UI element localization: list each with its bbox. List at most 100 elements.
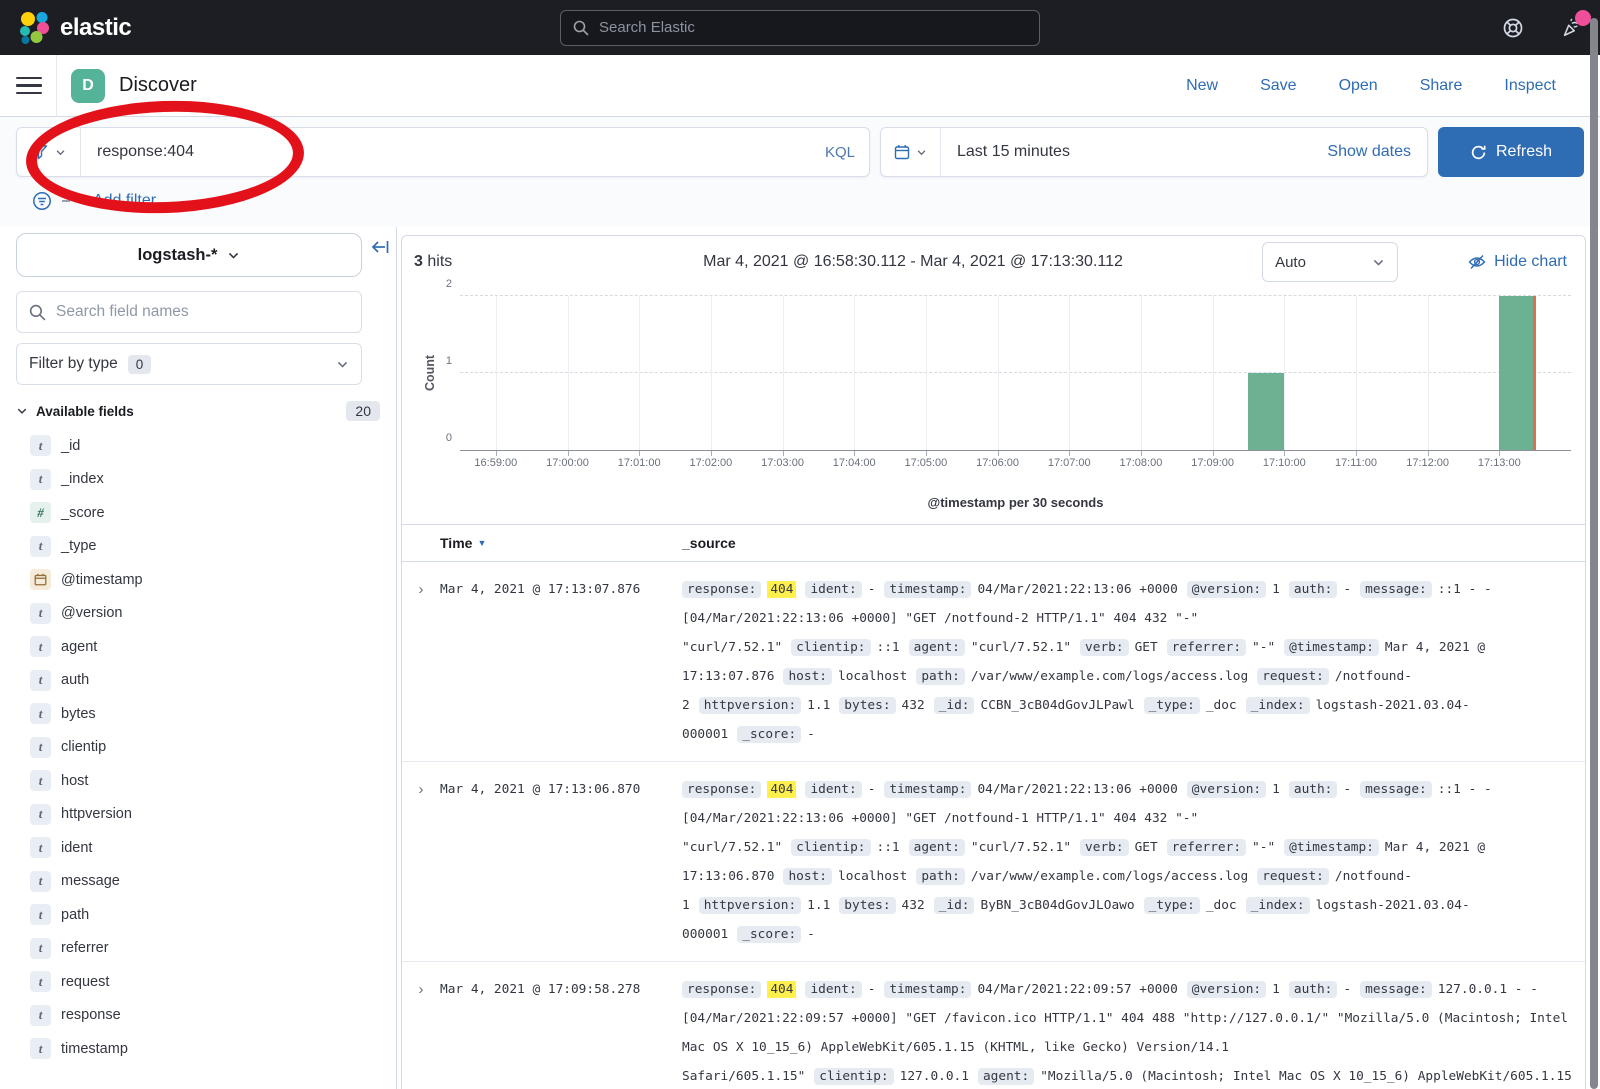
chart-time-range: Mar 4, 2021 @ 16:58:30.112 - Mar 4, 2021… (564, 253, 1262, 271)
current-time-marker (1533, 296, 1536, 450)
x-tick-mark (854, 451, 855, 456)
source-value: 04/Mar/2021:22:13:06 +0000 (977, 782, 1177, 797)
discover-content: 3 hits Mar 4, 2021 @ 16:58:30.112 - Mar … (397, 227, 1600, 1089)
doc-source: response:404ident:-timestamp:04/Mar/2021… (682, 575, 1585, 749)
fields-list: t_idt_index#_scoret_type@timestampt@vers… (16, 429, 380, 1066)
inspect-button[interactable]: Inspect (1504, 77, 1556, 95)
elastic-brand[interactable]: elastic (18, 11, 131, 45)
field-item-host[interactable]: thost (16, 764, 380, 798)
help-icon[interactable] (1502, 17, 1524, 39)
source-field-badge: _index: (1246, 897, 1310, 914)
histogram-bar[interactable] (1248, 373, 1284, 450)
field-item-index[interactable]: t_index (16, 463, 380, 497)
field-item-message[interactable]: tmessage (16, 865, 380, 899)
source-field-badge: @timestamp: (1284, 839, 1379, 856)
add-filter-button[interactable]: + Add filter (80, 192, 156, 210)
share-button[interactable]: Share (1420, 77, 1463, 95)
hits-count: 3 hits (414, 253, 564, 271)
open-button[interactable]: Open (1339, 77, 1378, 95)
expand-row-icon[interactable]: › (402, 775, 440, 949)
doc-table-row: ›Mar 4, 2021 @ 17:09:58.278response:404i… (402, 962, 1585, 1089)
global-search-input[interactable]: Search Elastic (560, 10, 1040, 46)
discover-app-badge[interactable]: D (71, 69, 105, 103)
new-button[interactable]: New (1186, 77, 1218, 95)
field-item-version[interactable]: t@version (16, 597, 380, 631)
source-field-badge: @version: (1187, 981, 1266, 998)
eye-slash-icon (1468, 253, 1486, 271)
y-gridline (460, 295, 1571, 296)
source-field-badge: httpversion: (699, 897, 801, 914)
field-item-referrer[interactable]: treferrer (16, 932, 380, 966)
field-item-auth[interactable]: tauth (16, 664, 380, 698)
x-tick-mark (1428, 451, 1429, 456)
filter-by-type-select[interactable]: Filter by type 0 (16, 343, 362, 385)
field-item-timestamp[interactable]: ttimestamp (16, 1032, 380, 1066)
x-tick-label: 17:00:00 (546, 457, 589, 469)
source-value: 04/Mar/2021:22:09:57 +0000 (977, 982, 1177, 997)
interval-select[interactable]: Auto (1262, 242, 1398, 282)
chevron-down-icon (227, 249, 240, 262)
field-item-request[interactable]: trequest (16, 965, 380, 999)
app-header: D Discover New Save Open Share Inspect (0, 55, 1600, 117)
doc-table-header: Time ▼ _source (402, 524, 1585, 562)
chevron-down-icon (916, 147, 927, 158)
histogram-bar[interactable] (1499, 296, 1535, 450)
expand-row-icon[interactable]: › (402, 975, 440, 1089)
field-search-input[interactable]: Search field names (16, 291, 362, 333)
field-item-httpversion[interactable]: thttpversion (16, 798, 380, 832)
hide-chart-button[interactable]: Hide chart (1468, 253, 1567, 271)
index-pattern-select[interactable]: logstash-* (16, 233, 362, 277)
newsfeed-icon[interactable] (1560, 17, 1582, 39)
x-tick-mark (568, 451, 569, 456)
x-tick-mark (711, 451, 712, 456)
field-name: request (61, 974, 109, 990)
kql-query-input[interactable]: response:404 KQL (16, 127, 870, 177)
sort-descending-icon[interactable]: ▼ (477, 538, 486, 548)
fields-sidebar: logstash-* Search field names Filter by … (0, 227, 397, 1089)
x-tick-label: 17:13:00 (1478, 457, 1521, 469)
date-quick-menu-button[interactable] (881, 128, 941, 176)
x-tick-label: 17:01:00 (618, 457, 661, 469)
type-filter-count-badge: 0 (128, 355, 152, 374)
source-value: _doc (1206, 898, 1237, 913)
time-range-value[interactable]: Last 15 minutes (941, 143, 1327, 161)
source-field-badge: auth: (1289, 581, 1338, 598)
y-gridline (460, 372, 1571, 373)
x-tick-label: 16:59:00 (474, 457, 517, 469)
source-field-badge: message: (1360, 581, 1432, 598)
query-language-button[interactable]: KQL (825, 144, 869, 161)
chevron-down-icon (1372, 256, 1385, 269)
field-item-type[interactable]: t_type (16, 530, 380, 564)
field-item-ident[interactable]: tident (16, 831, 380, 865)
scrollbar-thumb[interactable] (1590, 18, 1598, 1089)
x-tick-label: 17:08:00 (1120, 457, 1163, 469)
field-item-timestamp[interactable]: @timestamp (16, 563, 380, 597)
expand-row-icon[interactable]: › (402, 575, 440, 749)
x-tick-mark (639, 451, 640, 456)
x-tick-mark (1284, 451, 1285, 456)
show-dates-button[interactable]: Show dates (1327, 143, 1427, 161)
field-item-path[interactable]: tpath (16, 898, 380, 932)
field-item-agent[interactable]: tagent (16, 630, 380, 664)
source-field-badge: path: (916, 668, 965, 685)
field-item-response[interactable]: tresponse (16, 999, 380, 1033)
refresh-button[interactable]: Refresh (1438, 127, 1584, 177)
saved-query-menu-button[interactable] (17, 128, 81, 176)
available-fields-toggle[interactable]: Available fields 20 (16, 401, 380, 421)
field-item-clientip[interactable]: tclientip (16, 731, 380, 765)
menu-hamburger-icon[interactable] (16, 77, 42, 95)
filter-set-icon[interactable] (32, 191, 52, 211)
collapse-sidebar-icon[interactable] (370, 237, 390, 257)
x-tick-label: 17:10:00 (1263, 457, 1306, 469)
field-item-score[interactable]: #_score (16, 496, 380, 530)
source-field-badge: referrer: (1167, 639, 1246, 656)
text-field-type-icon: t (30, 904, 51, 925)
time-column-header[interactable]: Time (440, 535, 472, 551)
field-item-id[interactable]: t_id (16, 429, 380, 463)
query-text[interactable]: response:404 (81, 143, 825, 161)
field-item-bytes[interactable]: tbytes (16, 697, 380, 731)
save-button[interactable]: Save (1260, 77, 1296, 95)
page-title: Discover (119, 74, 197, 97)
source-value: - (868, 982, 876, 997)
text-field-type-icon: t (30, 837, 51, 858)
